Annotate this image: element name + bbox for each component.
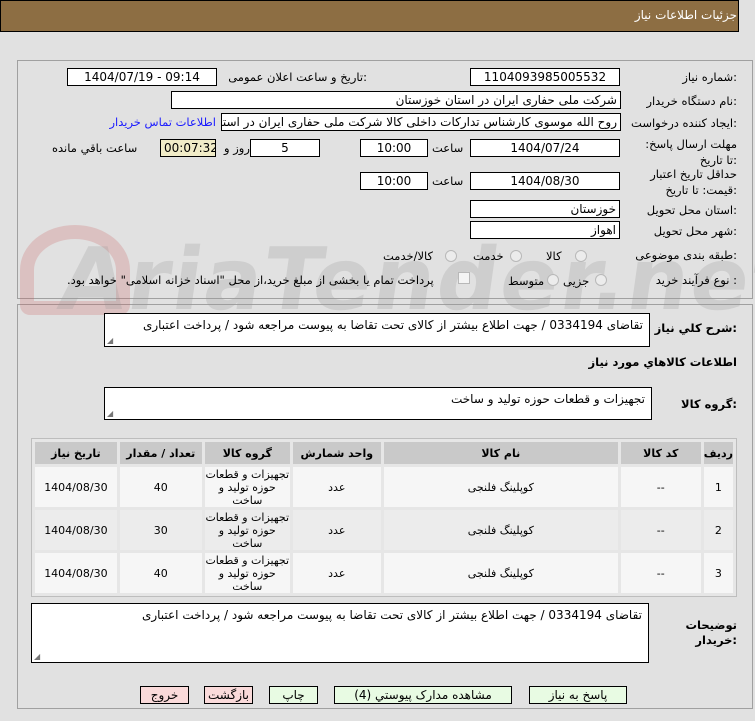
validity-label: حداقل تاریخ اعتبار قیمت: تا تاریخ: xyxy=(650,167,737,197)
province-field[interactable]: خوزستان xyxy=(470,200,620,218)
print-button[interactable]: چاپ xyxy=(269,686,318,704)
payment-note: پرداخت تمام یا بخشی از مبلغ خرید،از محل … xyxy=(67,273,434,287)
summary-label: شرح کلي نیاز: xyxy=(654,321,737,335)
category-radio-both[interactable] xyxy=(445,250,457,262)
col-code: کد کالا xyxy=(620,442,701,464)
cell-name: کوپلینگ فلنجی xyxy=(383,510,618,550)
page-header: جزئیات اطلاعات نیاز xyxy=(0,0,739,32)
resize-grip-icon[interactable]: ◢ xyxy=(34,652,40,661)
remaining-time: 00:07:32 xyxy=(160,139,216,157)
summary-textarea[interactable]: تقاضای 0334194 / جهت اطلاع بیشتر از کالا… xyxy=(104,313,650,347)
announce-field[interactable]: 1404/07/19 - 09:14 xyxy=(67,68,217,86)
goods-group-label: گروه کالا: xyxy=(681,397,737,411)
page-title: جزئیات اطلاعات نیاز xyxy=(634,8,737,22)
col-qty: تعداد / مقدار xyxy=(119,442,202,464)
summary-text: تقاضای 0334194 / جهت اطلاع بیشتر از کالا… xyxy=(142,318,643,332)
process-option-medium: متوسط xyxy=(508,274,545,288)
col-row: ردیف xyxy=(703,442,733,464)
announce-label: تاریخ و ساعت اعلان عمومی: xyxy=(228,70,367,84)
creator-field[interactable]: روح الله موسوی کارشناس تدارکات داخلی کال… xyxy=(221,113,621,131)
creator-label: ایجاد کننده درخواست: xyxy=(631,116,737,130)
col-group: گروه کالا xyxy=(204,442,290,464)
buyer-notes-label: توضیحات خریدار: xyxy=(685,618,738,647)
goods-group-text: تجهیزات و قطعات حوزه تولید و ساخت xyxy=(450,392,645,406)
cell-unit: عدد xyxy=(292,510,381,550)
validity-date-field[interactable]: 1404/08/30 xyxy=(470,172,620,190)
table-row: 3 -- کوپلینگ فلنجی عدد تجهیزات و قطعات حوزه … xyxy=(35,553,733,593)
category-radio-service[interactable] xyxy=(510,250,522,262)
contact-buyer-link[interactable]: اطلاعات تماس خریدار xyxy=(109,115,216,129)
need-number-label: شماره نیاز: xyxy=(682,70,737,84)
col-unit: واحد شمارش xyxy=(292,442,381,464)
category-option-both: کالا/خدمت xyxy=(383,249,434,263)
goods-group-textarea[interactable]: تجهیزات و قطعات حوزه تولید و ساخت ◢ xyxy=(104,387,652,420)
table-row: 2 -- کوپلینگ فلنجی عدد تجهیزات و قطعات حوزه … xyxy=(35,510,733,550)
buyer-label: نام دستگاه خریدار: xyxy=(646,94,737,108)
cell-unit: عدد xyxy=(292,467,381,507)
days-label: روز و xyxy=(224,141,250,155)
cell-unit: عدد xyxy=(292,553,381,593)
deadline-time-field[interactable]: 10:00 xyxy=(360,139,428,157)
back-button[interactable]: بازگشت xyxy=(204,686,253,704)
cell-qty: 40 xyxy=(119,553,202,593)
cell-row: 2 xyxy=(703,510,733,550)
deadline-date-field[interactable]: 1404/07/24 xyxy=(470,139,620,157)
goods-section-title: اطلاعات كالاهاي مورد نياز xyxy=(588,355,737,369)
col-name: نام کالا xyxy=(383,442,618,464)
remaining-label: ساعت باقي مانده xyxy=(52,141,138,155)
cell-code: -- xyxy=(620,553,701,593)
process-radio-medium[interactable] xyxy=(547,274,559,286)
process-option-minor: جزیی xyxy=(563,274,590,288)
cell-qty: 40 xyxy=(119,467,202,507)
treasury-checkbox[interactable] xyxy=(458,272,470,284)
validity-time-field[interactable]: 10:00 xyxy=(360,172,428,190)
goods-table: ردیف کد کالا نام کالا واحد شمارش گروه کا… xyxy=(31,438,737,597)
need-number-field[interactable]: 1104093985005532 xyxy=(470,68,620,86)
cell-date: 1404/08/30 xyxy=(35,553,117,593)
buyer-notes-textarea[interactable]: تقاضای 0334194 / جهت اطلاع بیشتر از کالا… xyxy=(31,603,649,663)
category-label: طبقه بندی موضوعی: xyxy=(635,248,737,262)
city-label: شهر محل تحویل: xyxy=(653,224,737,238)
cell-date: 1404/08/30 xyxy=(35,467,117,507)
category-option-goods: کالا xyxy=(546,249,562,263)
category-option-service: خدمت xyxy=(473,249,504,263)
deadline-time-label: ساعت xyxy=(432,141,464,155)
buyer-notes-text: تقاضای 0334194 / جهت اطلاع بیشتر از کالا… xyxy=(141,608,642,622)
resize-grip-icon[interactable]: ◢ xyxy=(107,336,113,345)
city-field[interactable]: اهواز xyxy=(470,221,620,239)
days-field[interactable]: 5 xyxy=(250,139,320,157)
cell-row: 1 xyxy=(703,467,733,507)
cell-code: -- xyxy=(620,510,701,550)
deadline-label: مهلت ارسال پاسخ: تا تاریخ: xyxy=(645,137,737,167)
reply-button[interactable]: پاسخ به نیاز xyxy=(529,686,627,704)
category-radio-goods[interactable] xyxy=(575,250,587,262)
validity-time-label: ساعت xyxy=(432,174,464,188)
cell-qty: 30 xyxy=(119,510,202,550)
buyer-field[interactable]: شرکت ملی حفاری ایران در استان خوزستان xyxy=(171,91,621,109)
process-radio-minor[interactable] xyxy=(595,274,607,286)
table-row: 1 -- کوپلینگ فلنجی عدد تجهیزات و قطعات حوزه … xyxy=(35,467,733,507)
resize-grip-icon[interactable]: ◢ xyxy=(107,409,113,418)
cell-row: 3 xyxy=(703,553,733,593)
view-attachments-button[interactable]: مشاهده مدارک پیوستي (4) xyxy=(334,686,512,704)
cell-code: -- xyxy=(620,467,701,507)
province-label: استان محل تحویل: xyxy=(646,203,737,217)
cell-name: کوپلینگ فلنجی xyxy=(383,467,618,507)
cell-group: تجهیزات و قطعات حوزه تولید و ساخت xyxy=(204,467,290,507)
process-label: نوع فرآیند خرید : xyxy=(655,273,737,287)
exit-button[interactable]: خروج xyxy=(140,686,189,704)
cell-date: 1404/08/30 xyxy=(35,510,117,550)
col-date: تاریخ نیاز xyxy=(35,442,117,464)
table-header-row: ردیف کد کالا نام کالا واحد شمارش گروه کا… xyxy=(35,442,733,464)
cell-group: تجهیزات و قطعات حوزه تولید و ساخت xyxy=(204,553,290,593)
cell-group: تجهیزات و قطعات حوزه تولید و ساخت xyxy=(204,510,290,550)
cell-name: کوپلینگ فلنجی xyxy=(383,553,618,593)
